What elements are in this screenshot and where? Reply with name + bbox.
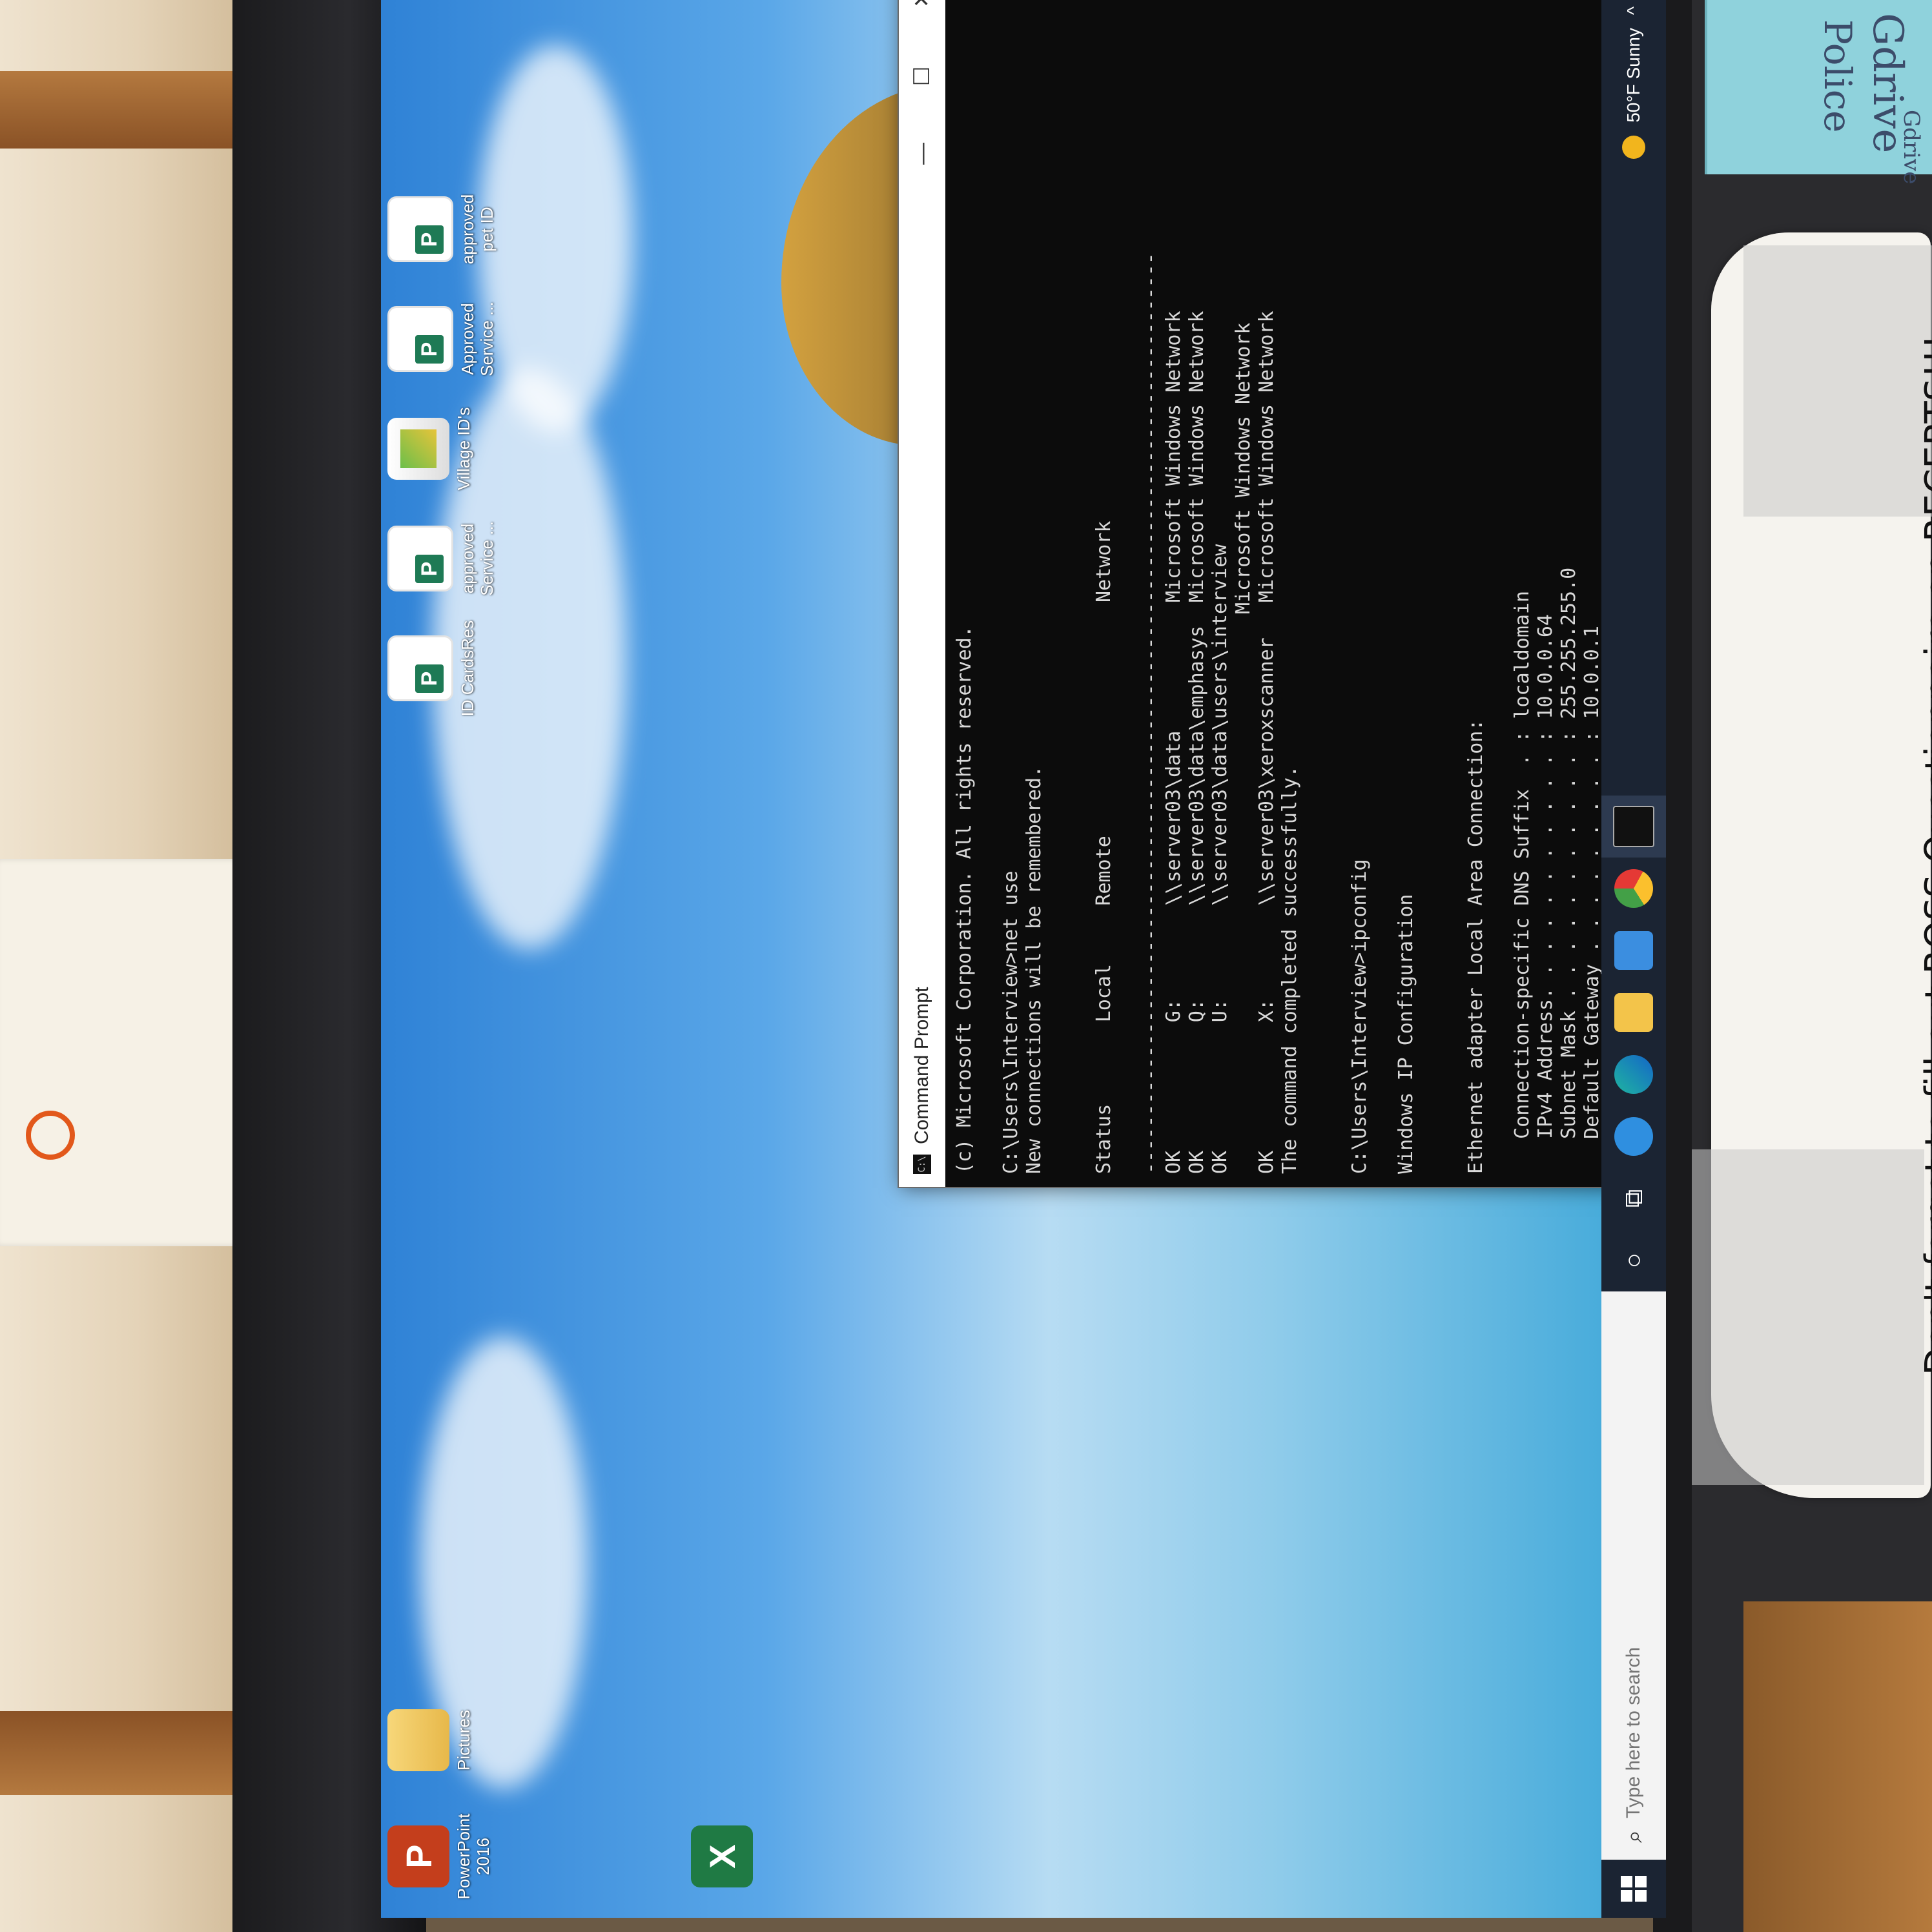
taskbar: ⌕ ○ ⧉ 50°F Sunny ^ bbox=[1601, 0, 1666, 1918]
cortana-circle-icon: ○ bbox=[1619, 1252, 1648, 1269]
publisher-file-icon bbox=[387, 196, 453, 262]
console-line: ----------------------------------------… bbox=[1139, 252, 1162, 1174]
console-line: Status Local Remote Network bbox=[1093, 520, 1115, 1174]
taskbar-internet-explorer[interactable] bbox=[1601, 1105, 1666, 1167]
console-line: C:\Users\Interview>net use bbox=[1000, 870, 1022, 1174]
console-line: Subnet Mask . . . . . . . . . . . : 255.… bbox=[1557, 567, 1580, 1174]
command-prompt-window[interactable]: C:\ Command Prompt — ☐ ✕ (c) Microsoft C… bbox=[898, 0, 1636, 1188]
desktop-icon-label: approved Service ... bbox=[458, 521, 497, 596]
weather-sun-icon bbox=[1622, 135, 1645, 159]
desktop-icon-powerpoint[interactable]: PowerPoint 2016 bbox=[387, 1808, 493, 1905]
internet-explorer-icon bbox=[1614, 1117, 1653, 1156]
console-line: IPv4 Address. . . . . . . . . . . : 10.0… bbox=[1534, 614, 1557, 1174]
task-view-button[interactable]: ⧉ bbox=[1601, 1167, 1666, 1229]
taskbar-file-explorer[interactable] bbox=[1601, 981, 1666, 1043]
publisher-file-icon bbox=[387, 635, 453, 701]
taskbar-search[interactable]: ⌕ bbox=[1601, 1291, 1666, 1860]
console-output[interactable]: (c) Microsoft Corporation. All rights re… bbox=[945, 0, 1635, 1187]
cmd-icon: C:\ bbox=[913, 1155, 931, 1174]
console-line: Windows IP Configuration bbox=[1395, 894, 1417, 1174]
console-line: Default Gateway . . . . . . . . . : 10.0… bbox=[1581, 626, 1603, 1174]
desktop-icon-label: Pictures bbox=[454, 1710, 473, 1771]
chrome-icon bbox=[1614, 869, 1653, 908]
desktop-icon-approved-service[interactable]: approved Service ... bbox=[387, 510, 497, 607]
console-line: Connection-specific DNS Suffix . : local… bbox=[1511, 590, 1534, 1174]
console-line: (c) Microsoft Corporation. All rights re… bbox=[953, 626, 976, 1174]
cmd-taskbar-icon bbox=[1613, 806, 1654, 847]
desktop-icon-label: Approved Service ... bbox=[458, 302, 497, 376]
system-tray: 50°F Sunny ^ bbox=[1622, 0, 1645, 159]
sticky-note-line-2: Police bbox=[1816, 19, 1860, 133]
excel-icon bbox=[691, 1825, 753, 1887]
taskbar-command-prompt[interactable] bbox=[1601, 796, 1666, 858]
search-input[interactable] bbox=[1622, 1364, 1645, 1820]
window-titlebar[interactable]: C:\ Command Prompt — ☐ ✕ bbox=[899, 0, 945, 1187]
photo-scene: Gdrive Police Gdrive Don't forget to fil… bbox=[0, 0, 1932, 1932]
console-line: OK X: \\server03\xeroxscanner Microsoft … bbox=[1255, 311, 1278, 1174]
windows-logo-icon bbox=[1621, 1876, 1647, 1902]
desktop-icon-village-ids[interactable]: Village ID's bbox=[387, 400, 474, 497]
desktop-icon-excel[interactable] bbox=[691, 1808, 753, 1905]
window-title: Command Prompt bbox=[911, 987, 932, 1144]
powerpoint-icon bbox=[387, 1825, 449, 1887]
wall-poster bbox=[0, 859, 271, 1246]
console-line: C:\Users\Interview>ipconfig bbox=[1348, 859, 1371, 1174]
file-explorer-icon bbox=[1614, 993, 1653, 1032]
edge-icon bbox=[1614, 1055, 1653, 1094]
desktop-icon-label: approved pet ID bbox=[458, 194, 497, 265]
taskbar-store[interactable] bbox=[1601, 920, 1666, 981]
taskbar-edge[interactable] bbox=[1601, 1043, 1666, 1105]
chevron-up-icon[interactable]: ^ bbox=[1623, 6, 1644, 15]
wallpaper-cloud bbox=[478, 45, 633, 433]
console-line: OK Q: \\server03\data\emphasys Microsoft… bbox=[1186, 311, 1208, 1174]
console-line: OK G: \\server03\data Microsoft Windows … bbox=[1162, 311, 1185, 1174]
poster-logo-icon bbox=[26, 1111, 75, 1160]
publisher-file-icon bbox=[387, 306, 453, 372]
desktop-icon-label: PowerPoint 2016 bbox=[454, 1813, 493, 1900]
desk-wood bbox=[1743, 1601, 1932, 1932]
tape-strip bbox=[1743, 245, 1932, 517]
desktop-icon-approved-service-2[interactable]: Approved Service ... bbox=[387, 291, 497, 387]
publisher-file-icon bbox=[387, 526, 453, 591]
sticky-note-line-3: Gdrive bbox=[1898, 110, 1924, 185]
store-icon bbox=[1614, 931, 1653, 970]
maximize-button[interactable]: ☐ bbox=[899, 37, 945, 115]
desktop-icon-id-cardsres[interactable]: ID CardsRes bbox=[387, 620, 478, 717]
cortana-button[interactable]: ○ bbox=[1601, 1229, 1666, 1291]
desktop-icon-approved-pet-id[interactable]: approved pet ID bbox=[387, 181, 497, 278]
console-line: OK U: \\server03\data\users\interview bbox=[1209, 544, 1231, 1174]
taskbar-chrome[interactable] bbox=[1601, 858, 1666, 920]
close-button[interactable]: ✕ bbox=[899, 0, 945, 37]
desktop-icon-label: Village ID's bbox=[454, 407, 473, 491]
weather-text[interactable]: 50°F Sunny bbox=[1623, 28, 1644, 123]
console-line: New connections will be remembered. bbox=[1023, 765, 1045, 1174]
desktop-icon-pictures[interactable]: Pictures bbox=[387, 1692, 474, 1789]
minimize-button[interactable]: — bbox=[899, 115, 945, 192]
search-icon: ⌕ bbox=[1619, 1829, 1647, 1843]
folder-icon bbox=[387, 1709, 449, 1771]
image-file-icon bbox=[387, 418, 449, 480]
paper-reminder-text: Don't forget to fill out ROSS Questionna… bbox=[1918, 334, 1932, 1375]
console-line: Microsoft Windows Network bbox=[1232, 322, 1255, 1174]
tape-strip bbox=[1692, 1149, 1924, 1485]
task-view-icon: ⧉ bbox=[1619, 1189, 1648, 1208]
console-line: The command completed successfully. bbox=[1279, 765, 1301, 1174]
start-button[interactable] bbox=[1601, 1860, 1666, 1918]
console-line: Ethernet adapter Local Area Connection: bbox=[1464, 719, 1487, 1174]
monitor-screen: PowerPoint 2016 Pictures ID CardsRes app… bbox=[381, 0, 1666, 1918]
desktop-icon-label: ID CardsRes bbox=[458, 620, 477, 717]
